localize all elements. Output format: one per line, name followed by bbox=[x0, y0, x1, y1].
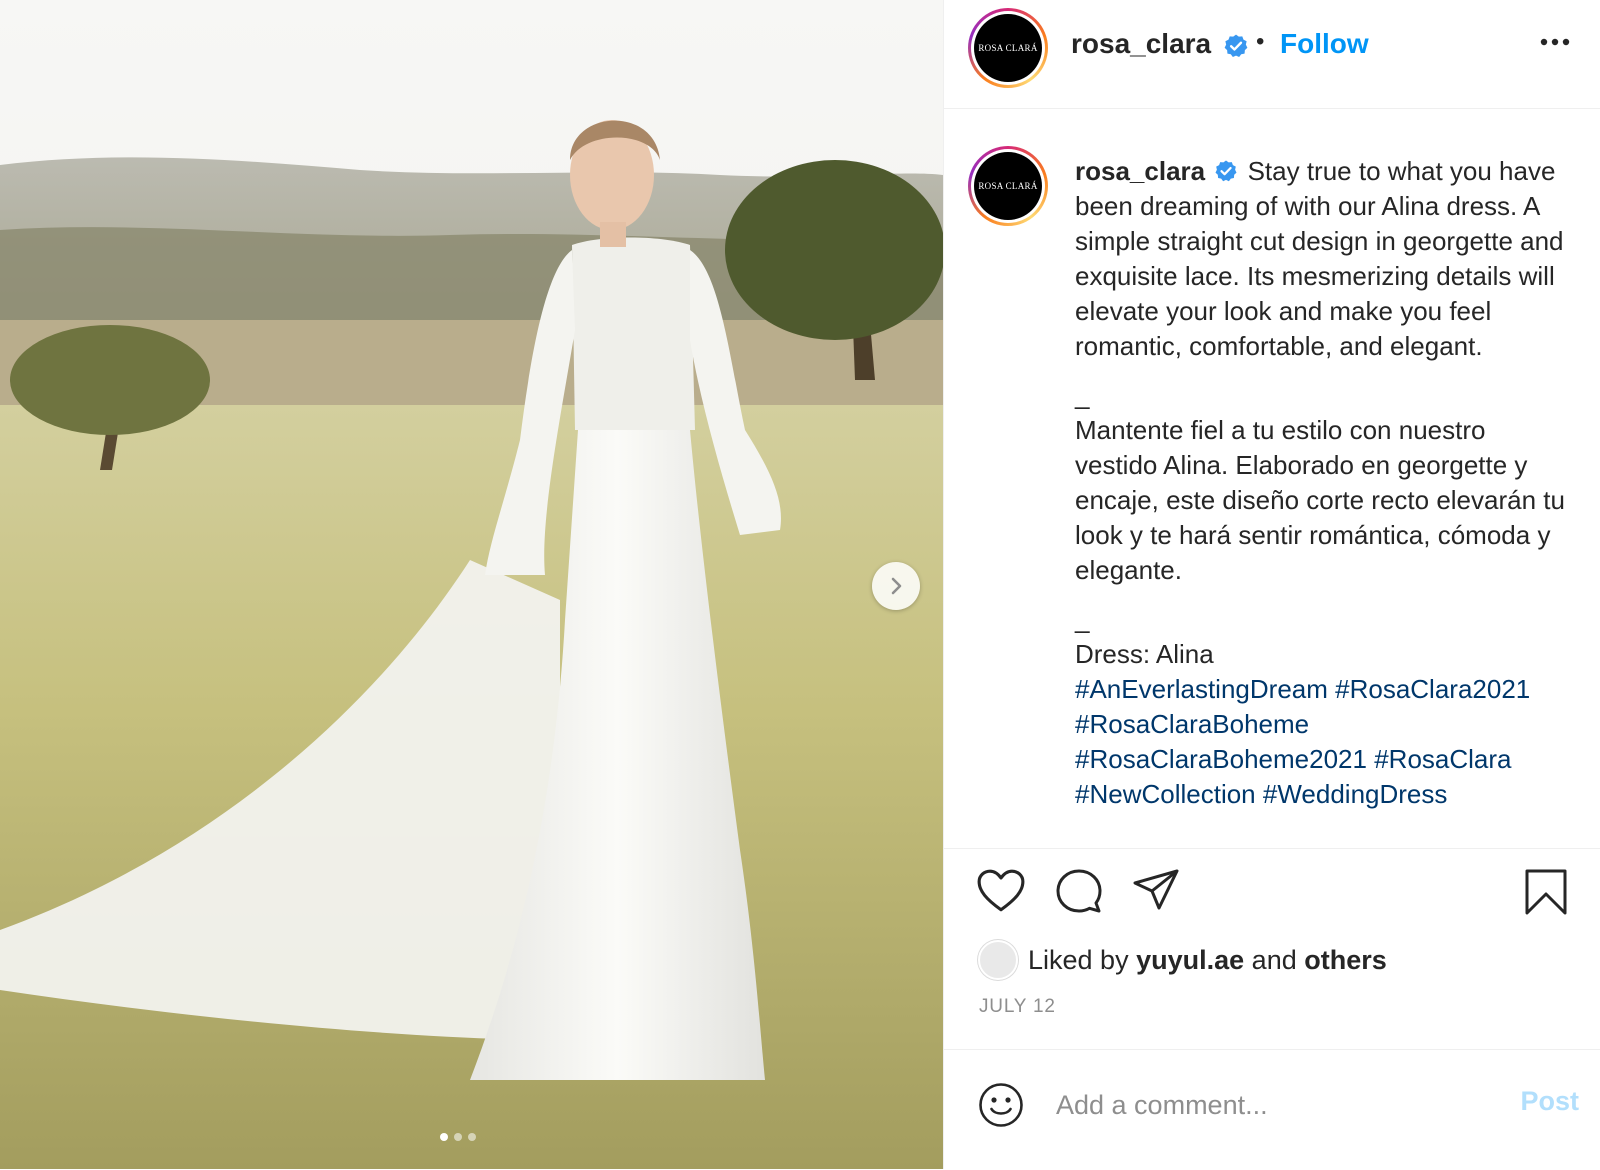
comment-icon[interactable] bbox=[1054, 868, 1104, 916]
hashtag-link[interactable]: #RosaClaraBoheme bbox=[1075, 709, 1309, 739]
post-comment-button[interactable]: Post bbox=[1520, 1086, 1579, 1117]
liker-avatar[interactable] bbox=[978, 940, 1018, 980]
emoji-icon[interactable] bbox=[978, 1082, 1024, 1128]
caption-dress-line: Dress: Alina bbox=[1075, 639, 1214, 669]
hashtag-list: #AnEverlastingDream #RosaClara2021 #Rosa… bbox=[1075, 672, 1575, 812]
caption-text: rosa_clara Stay true to what you have be… bbox=[1075, 154, 1575, 812]
caption-avatar[interactable]: ROSA CLARÁ bbox=[968, 146, 1048, 226]
likes-others-link[interactable]: others bbox=[1304, 945, 1387, 976]
verified-badge-icon bbox=[1215, 160, 1237, 182]
liker-username-link[interactable]: yuyul.ae bbox=[1136, 945, 1244, 976]
hashtag-link[interactable]: #AnEverlastingDream bbox=[1075, 674, 1328, 704]
verified-badge-icon bbox=[1224, 34, 1248, 58]
header-separator: • bbox=[1256, 28, 1265, 55]
hashtag-link[interactable]: #RosaClara2021 bbox=[1335, 674, 1530, 704]
carousel-dot bbox=[468, 1133, 476, 1141]
action-bar bbox=[944, 848, 1600, 928]
caption-english: Stay true to what you have been dreaming… bbox=[1075, 156, 1564, 361]
caption-username-link[interactable]: rosa_clara bbox=[1075, 156, 1205, 186]
carousel-next-button[interactable] bbox=[872, 562, 920, 610]
avatar-logo: ROSA CLARÁ bbox=[974, 152, 1042, 220]
wedding-dress-photo bbox=[0, 0, 943, 1169]
likes-middle: and bbox=[1251, 944, 1297, 975]
hashtag-link[interactable]: #RosaClaraBoheme2021 bbox=[1075, 744, 1367, 774]
caption-divider: _ bbox=[1075, 380, 1090, 410]
likes-summary: Liked by yuyul.ae and others bbox=[978, 940, 1387, 980]
carousel-dot bbox=[440, 1133, 448, 1141]
heart-icon[interactable] bbox=[976, 868, 1026, 914]
post-date[interactable]: JULY 12 bbox=[979, 996, 1056, 1018]
carousel-dot bbox=[454, 1133, 462, 1141]
avatar-logo: ROSA CLARÁ bbox=[974, 14, 1042, 82]
follow-button[interactable]: Follow bbox=[1280, 28, 1369, 60]
carousel-indicator bbox=[440, 1133, 476, 1141]
comment-bar: Post bbox=[944, 1049, 1600, 1170]
avatar[interactable]: ROSA CLARÁ bbox=[968, 8, 1048, 88]
hashtag-link[interactable]: #NewCollection bbox=[1075, 779, 1256, 809]
username-link[interactable]: rosa_clara bbox=[1071, 28, 1211, 60]
share-icon[interactable] bbox=[1132, 868, 1180, 912]
comment-input[interactable] bbox=[1054, 1084, 1478, 1126]
likes-prefix: Liked by bbox=[1028, 944, 1129, 975]
caption-divider: _ bbox=[1075, 604, 1090, 634]
post-header: ROSA CLARÁ rosa_clara • Follow bbox=[944, 0, 1600, 109]
chevron-right-icon bbox=[891, 577, 902, 595]
hashtag-link[interactable]: #RosaClara bbox=[1374, 744, 1511, 774]
more-options-icon[interactable] bbox=[1540, 38, 1570, 46]
post-detail-panel: ROSA CLARÁ rosa_clara • Follow ROSA CLAR… bbox=[943, 0, 1600, 1169]
hashtag-link[interactable]: #WeddingDress bbox=[1263, 779, 1448, 809]
caption-spanish: Mantente fiel a tu estilo con nuestro ve… bbox=[1075, 415, 1565, 585]
bookmark-icon[interactable] bbox=[1524, 868, 1568, 916]
post-image[interactable] bbox=[0, 0, 943, 1169]
caption-section: ROSA CLARÁ rosa_clara Stay true to what … bbox=[944, 108, 1600, 849]
